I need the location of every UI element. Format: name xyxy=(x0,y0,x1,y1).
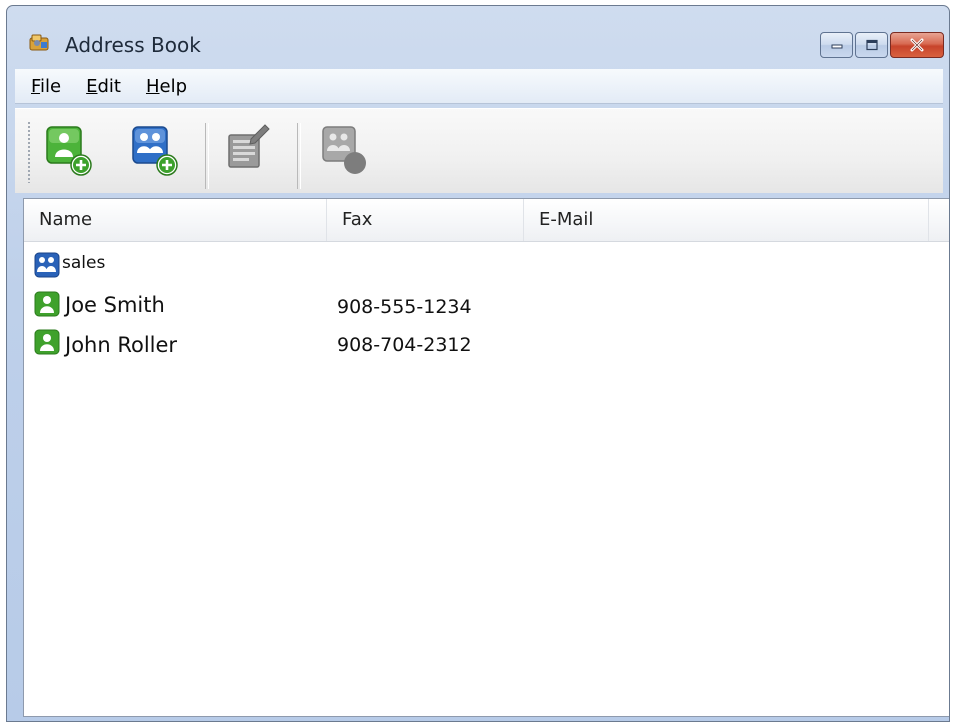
delete-button[interactable] xyxy=(317,123,373,181)
edit-button[interactable] xyxy=(221,123,277,181)
menu-bar: File Edit Help xyxy=(15,69,943,104)
toolbar-separator xyxy=(205,123,209,189)
window-title: Address Book xyxy=(65,33,201,57)
title-bar[interactable]: Address Book xyxy=(7,6,949,68)
address-book-window: Address Book File Edit Help Name Fax E-M… xyxy=(6,5,950,722)
maximize-button[interactable] xyxy=(855,32,888,58)
maximize-icon xyxy=(865,39,878,51)
column-header-email[interactable]: E-Mail xyxy=(524,199,929,241)
column-header-name[interactable]: Name xyxy=(24,199,327,241)
close-button[interactable] xyxy=(890,32,944,58)
contact-icon xyxy=(34,329,60,355)
minimize-button[interactable] xyxy=(820,32,853,58)
contact-fax: 908-555-1234 xyxy=(337,296,472,318)
menu-file[interactable]: File xyxy=(29,74,63,99)
column-header-fax[interactable]: Fax xyxy=(327,199,524,241)
minimize-icon xyxy=(831,44,842,49)
toolbar-separator-2 xyxy=(297,123,301,189)
menu-file-accelerator: F xyxy=(31,75,41,97)
contact-name: Joe Smith xyxy=(65,293,165,317)
menu-help-accelerator: H xyxy=(145,75,160,97)
new-contact-button[interactable] xyxy=(41,123,97,181)
contact-list[interactable]: Name Fax E-Mail sales Joe Smith 908-555-… xyxy=(23,198,949,717)
new-group-button[interactable] xyxy=(127,123,183,181)
menu-help-label: elp xyxy=(159,75,188,97)
list-item-joe-smith[interactable]: Joe Smith 908-555-1234 xyxy=(24,287,949,325)
close-icon xyxy=(910,38,924,52)
menu-edit-accelerator: E xyxy=(86,75,98,97)
list-item-sales[interactable]: sales xyxy=(24,249,949,287)
new-contact-icon xyxy=(46,126,92,176)
toolbar-grip[interactable] xyxy=(27,121,31,183)
list-header: Name Fax E-Mail xyxy=(24,199,949,242)
contact-name: John Roller xyxy=(65,333,178,357)
contact-fax: 908-704-2312 xyxy=(337,334,472,356)
menu-help[interactable]: Help xyxy=(144,74,189,99)
delete-icon xyxy=(322,126,366,174)
contact-icon xyxy=(34,291,60,317)
menu-file-label: ile xyxy=(40,75,62,97)
window-controls xyxy=(820,32,944,58)
contact-name: sales xyxy=(62,253,106,273)
address-book-app-icon xyxy=(29,34,49,51)
toolbar xyxy=(15,108,943,193)
group-icon xyxy=(34,252,60,278)
menu-edit[interactable]: Edit xyxy=(84,74,123,99)
list-item-john-roller[interactable]: John Roller 908-704-2312 xyxy=(24,325,949,363)
new-group-icon xyxy=(132,126,178,176)
edit-icon xyxy=(228,124,270,168)
menu-edit-label: dit xyxy=(97,75,121,97)
